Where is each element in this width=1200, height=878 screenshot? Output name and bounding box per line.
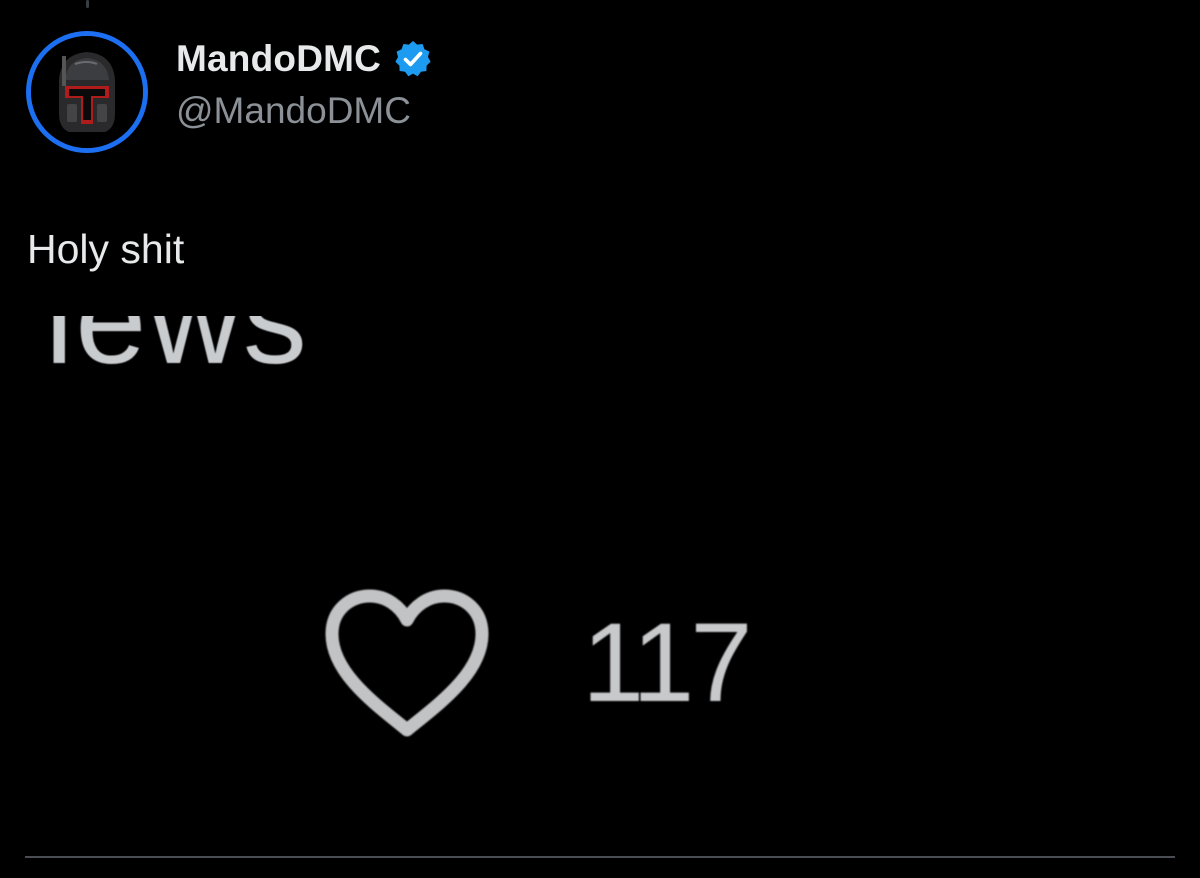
cropped-word: news (26, 316, 309, 391)
post-text: Holy shit (27, 226, 185, 272)
heart-outline-icon (325, 589, 489, 737)
verified-badge-icon (395, 41, 431, 77)
embedded-image[interactable]: news 117 (0, 316, 1200, 776)
divider (25, 856, 1175, 858)
author-name-row[interactable]: MandoDMC (176, 36, 433, 82)
mandalorian-helmet-icon (31, 36, 143, 148)
tweet-screen: MandoDMC @MandoDMC Holy shit news 117 (0, 0, 1200, 878)
cropped-word-region: news (26, 316, 366, 400)
avatar[interactable] (26, 31, 148, 153)
author-handle[interactable]: @MandoDMC (176, 90, 411, 132)
like-count: 117 (582, 599, 753, 725)
thread-connector-line (86, 0, 89, 8)
display-name[interactable]: MandoDMC (176, 38, 381, 80)
image-like-display: 117 (318, 582, 753, 742)
